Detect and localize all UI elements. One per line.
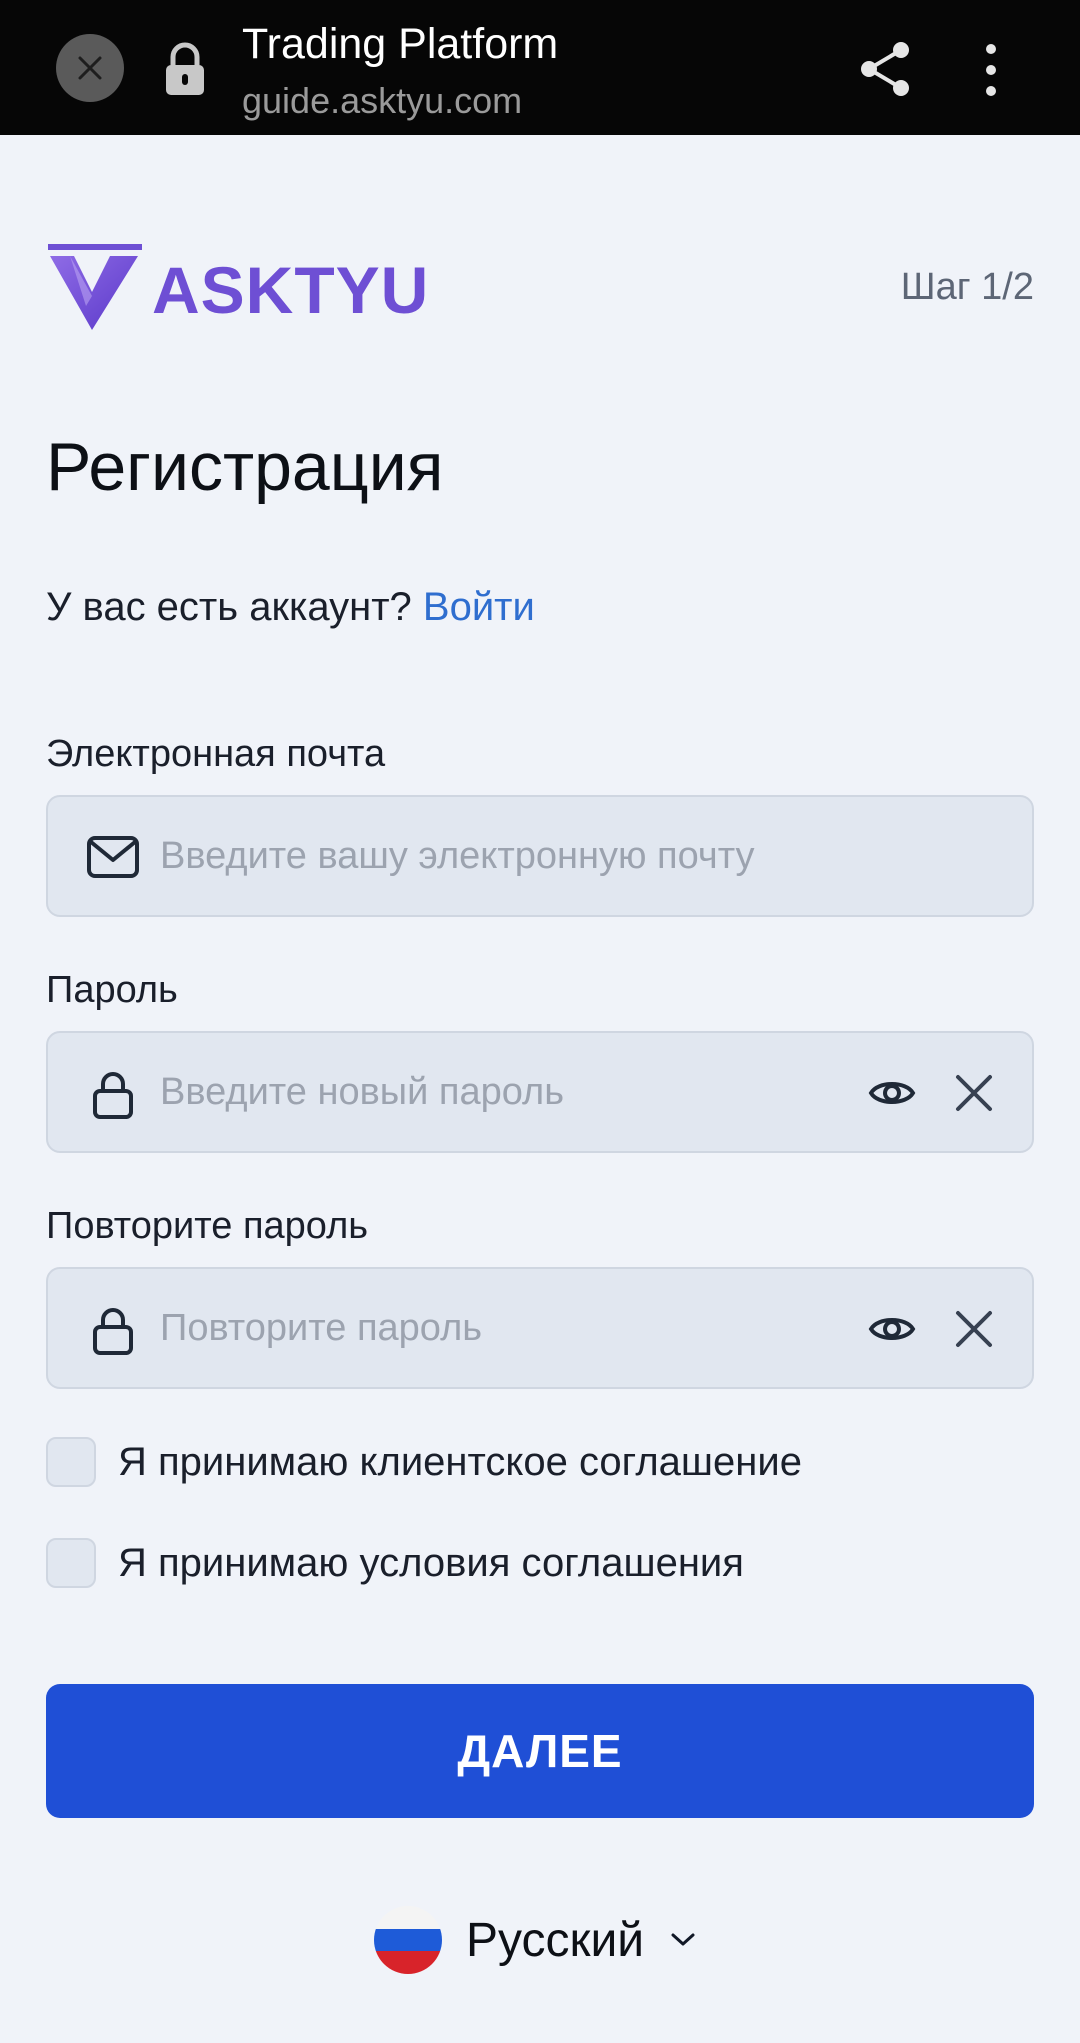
close-button[interactable] [56,34,124,102]
step-indicator: Шаг 1/2 [900,266,1034,308]
share-icon[interactable] [858,40,912,98]
repeat-password-label: Повторите пароль [46,1205,369,1247]
asktyu-logo-icon [48,244,142,330]
password-input[interactable] [160,1033,860,1151]
eye-icon[interactable] [868,1305,916,1353]
client-agreement-row[interactable]: Я принимаю клиентское соглашение [46,1437,802,1487]
eye-icon[interactable] [868,1069,916,1117]
email-field[interactable] [46,795,1034,917]
page-title: Регистрация [46,429,444,505]
terms-agreement-label[interactable]: Я принимаю условия соглашения [118,1541,744,1586]
terms-agreement-row[interactable]: Я принимаю условия соглашения [46,1538,744,1588]
have-account-text: У вас есть аккаунт? [46,585,412,629]
russia-flag-icon [374,1906,442,1974]
browser-page-title: Trading Platform [242,20,559,68]
client-agreement-label[interactable]: Я принимаю клиентское соглашение [118,1440,802,1485]
repeat-password-input[interactable] [160,1269,860,1387]
mail-icon [87,836,139,878]
password-field[interactable] [46,1031,1034,1153]
email-label: Электронная почта [46,733,386,775]
chevron-down-icon [671,1933,695,1946]
brand-name: ASKTYU [152,253,430,327]
email-input[interactable] [160,797,860,915]
browser-toolbar: Trading Platform guide.asktyu.com [0,0,1080,135]
close-icon [78,56,102,80]
clear-icon[interactable] [954,1309,994,1349]
client-agreement-checkbox[interactable] [46,1437,96,1487]
more-vertical-icon[interactable] [976,42,1006,98]
browser-url[interactable]: guide.asktyu.com [242,80,522,122]
repeat-password-field[interactable] [46,1267,1034,1389]
next-button[interactable]: ДАЛЕЕ [46,1684,1034,1818]
lock-icon[interactable] [163,42,207,96]
terms-agreement-checkbox[interactable] [46,1538,96,1588]
lock-icon [93,1308,133,1355]
lock-icon [93,1072,133,1119]
login-link[interactable]: Войти [423,585,535,629]
language-selector[interactable]: Русский [374,1906,696,1974]
login-prompt: У вас есть аккаунт? Войти [46,585,535,630]
password-label: Пароль [46,969,178,1011]
clear-icon[interactable] [954,1073,994,1113]
language-label: Русский [466,1913,645,1967]
